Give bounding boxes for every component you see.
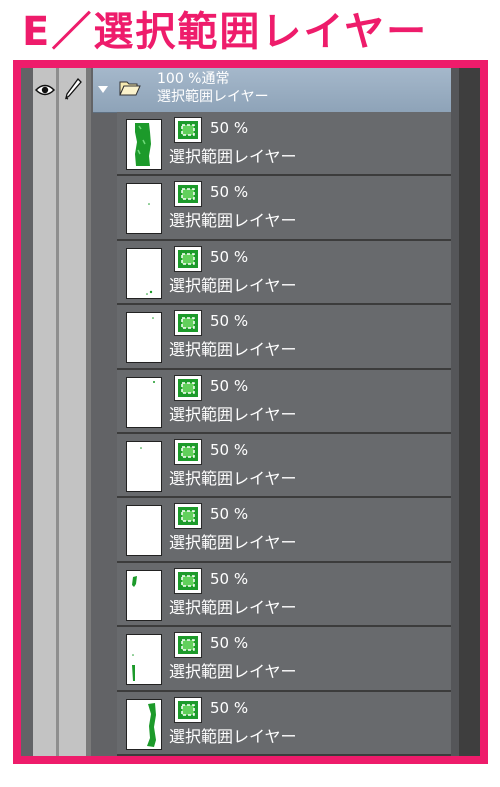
selection-layer-icon xyxy=(174,181,202,208)
layer-thumbnail xyxy=(126,634,162,686)
layer-thumbnail xyxy=(126,119,162,170)
layer-name: 選択範囲レイヤー xyxy=(169,404,297,424)
folder-opacity-mode: 100 %通常 xyxy=(157,71,230,87)
layer-row[interactable]: 50 % 選択範囲レイヤー xyxy=(117,240,451,306)
layer-thumbnail xyxy=(126,698,162,750)
layer-list: 50 % 選択範囲レイヤー 50 % 選択範囲レイヤー 50 % 選択範囲レイヤ… xyxy=(117,112,451,756)
panel-gutter xyxy=(451,68,459,756)
layer-opacity: 50 % xyxy=(210,119,249,137)
layer-opacity: 50 % xyxy=(210,698,249,717)
selection-layer-icon xyxy=(174,567,202,594)
layer-opacity: 50 % xyxy=(210,376,249,395)
layer-row[interactable]: 50 % 選択範囲レイヤー xyxy=(117,498,451,563)
layer-opacity: 50 % xyxy=(210,183,249,202)
layer-name: 選択範囲レイヤー xyxy=(169,211,297,231)
layer-thumbnail xyxy=(126,440,162,492)
selection-layer-icon xyxy=(174,310,202,337)
layer-name: 選択範囲レイヤー xyxy=(169,533,297,553)
layer-row[interactable]: 50 % 選択範囲レイヤー xyxy=(117,112,451,177)
edit-column[interactable] xyxy=(59,68,86,756)
layer-name: 選択範囲レイヤー xyxy=(169,726,297,746)
layer-thumbnail xyxy=(126,569,162,621)
eye-icon[interactable] xyxy=(34,82,56,101)
layer-opacity: 50 % xyxy=(210,440,249,459)
selection-layer-icon xyxy=(174,438,202,465)
layer-opacity: 50 % xyxy=(210,569,249,588)
visibility-column[interactable] xyxy=(33,68,56,756)
chevron-down-icon[interactable] xyxy=(98,86,108,93)
layer-name: 選択範囲レイヤー xyxy=(169,275,297,295)
scrollbar[interactable] xyxy=(459,68,480,756)
column-divider xyxy=(86,68,91,756)
layer-thumbnail xyxy=(126,312,162,364)
selection-layer-icon xyxy=(174,696,202,723)
selection-layer-icon xyxy=(174,245,202,272)
selection-layer-icon xyxy=(174,632,202,659)
selection-layer-icon xyxy=(174,503,202,530)
selection-layer-icon xyxy=(174,374,202,401)
layer-name: 選択範囲レイヤー xyxy=(169,662,297,682)
layer-name: 選択範囲レイヤー xyxy=(169,468,297,488)
layer-name: 選択範囲レイヤー xyxy=(169,597,297,617)
layer-opacity: 50 % xyxy=(210,505,249,524)
layer-thumbnail xyxy=(126,247,162,299)
layer-name: 選択範囲レイヤー xyxy=(169,147,297,166)
layer-opacity: 50 % xyxy=(210,312,249,331)
folder-layer-row[interactable]: 100 %通常 選択範囲レイヤー xyxy=(93,68,451,113)
layer-panel-frame: 100 %通常 選択範囲レイヤー 50 % 選択範囲レイヤー 50 % 選択範囲… xyxy=(13,60,488,764)
layer-name: 選択範囲レイヤー xyxy=(169,340,297,360)
layer-row[interactable]: 50 % 選択範囲レイヤー xyxy=(117,433,451,499)
layer-thumbnail xyxy=(126,505,162,557)
layer-panel: 100 %通常 選択範囲レイヤー 50 % 選択範囲レイヤー 50 % 選択範囲… xyxy=(21,68,480,756)
layer-row[interactable]: 50 % 選択範囲レイヤー xyxy=(117,562,451,628)
layer-row[interactable]: 50 % 選択範囲レイヤー xyxy=(117,627,451,692)
folder-open-icon xyxy=(119,80,141,100)
folder-name: 選択範囲レイヤー xyxy=(157,89,269,105)
pen-icon[interactable] xyxy=(64,78,82,104)
layer-row[interactable]: 50 % 選択範囲レイヤー xyxy=(117,305,451,370)
page-title: E／選択範囲レイヤー xyxy=(22,9,429,55)
layer-thumbnail xyxy=(126,376,162,428)
layer-row[interactable]: 50 % 選択範囲レイヤー xyxy=(117,691,451,756)
layer-thumbnail xyxy=(126,183,162,235)
selection-layer-icon xyxy=(174,117,202,143)
layer-row[interactable]: 50 % 選択範囲レイヤー xyxy=(117,176,451,241)
layer-opacity: 50 % xyxy=(210,247,249,266)
layer-opacity: 50 % xyxy=(210,634,249,653)
layer-row[interactable]: 50 % 選択範囲レイヤー xyxy=(117,369,451,434)
